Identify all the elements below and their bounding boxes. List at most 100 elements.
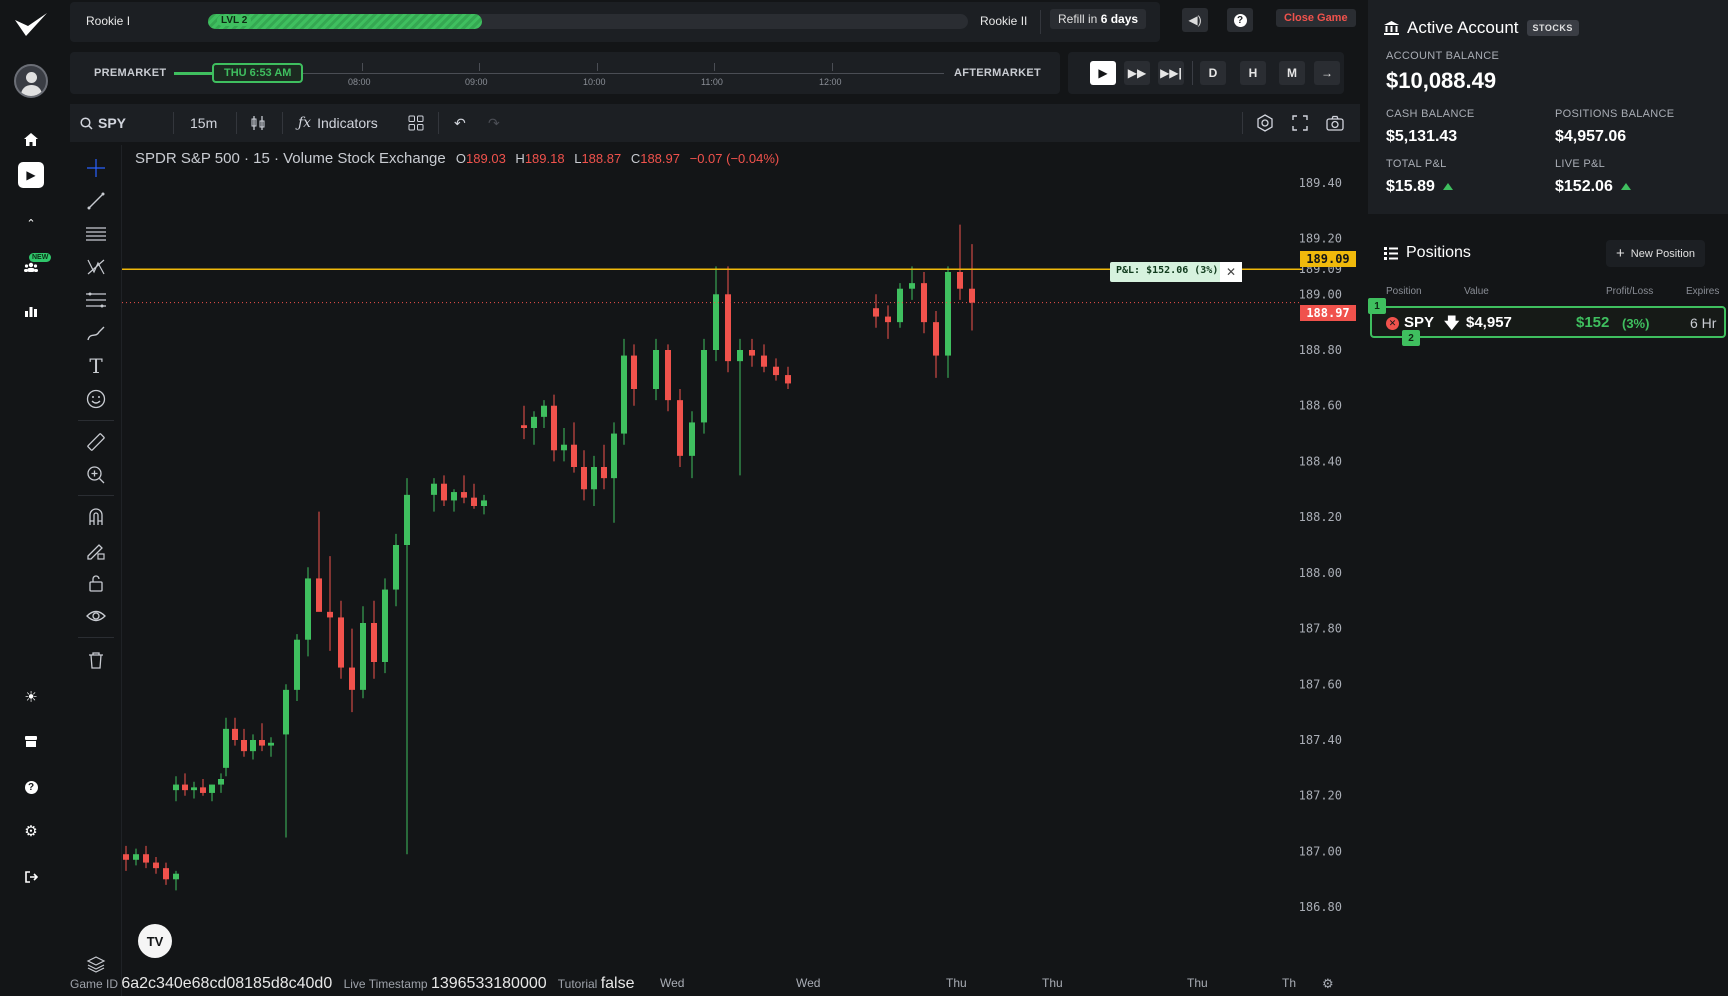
tradingview-logo[interactable]: TV	[138, 924, 172, 958]
next-arrow-button[interactable]: →	[1314, 61, 1340, 85]
symbol-label: SPY	[98, 115, 127, 131]
price-axis-tick: 189.00	[1299, 287, 1342, 301]
undo-icon[interactable]: ↶	[454, 112, 466, 134]
help-icon[interactable]: ?	[14, 770, 48, 804]
avatar[interactable]	[14, 64, 48, 98]
price-axis-tick: 187.20	[1299, 789, 1342, 803]
row-tag-1: 1	[1368, 298, 1386, 314]
redo-icon[interactable]: ↷	[488, 112, 500, 134]
pattern-icon[interactable]	[83, 254, 109, 280]
trend-line-icon[interactable]	[83, 188, 109, 214]
candle-body	[737, 350, 743, 362]
interval-select[interactable]: 15m	[190, 112, 217, 134]
time-axis-label: Thu	[1042, 976, 1063, 990]
function-icon: ƒx	[298, 115, 312, 131]
top-bar: Rookie I LVL 2 Rookie II 4 credits	[70, 2, 1160, 42]
symbol-search[interactable]: SPY	[80, 112, 126, 134]
candle-body	[957, 272, 963, 289]
layers-icon[interactable]	[83, 951, 109, 977]
candle-body	[581, 467, 587, 490]
magnet-icon[interactable]	[83, 504, 109, 530]
price-axis-tick: 188.60	[1299, 399, 1342, 413]
close-position-icon[interactable]: ✕	[1386, 317, 1399, 330]
rank-current: Rookie I	[86, 14, 131, 28]
price-axis-tick: 188.00	[1299, 566, 1342, 580]
cash-balance: $5,131.43	[1386, 128, 1458, 145]
help-button[interactable]: ?	[1227, 8, 1253, 32]
right-panel: Active Account STOCKS ACCOUNT BALANCE $1…	[1368, 0, 1728, 996]
candle-body	[232, 728, 238, 740]
chart-settings-icon[interactable]	[1256, 112, 1274, 134]
new-position-button[interactable]: + New Position	[1606, 240, 1705, 267]
sound-icon[interactable]: ◀)	[1182, 8, 1208, 32]
settings-gear-icon[interactable]: ⚙	[14, 814, 48, 848]
theme-sun-icon[interactable]: ☀	[14, 680, 48, 714]
lock-icon[interactable]	[83, 570, 109, 596]
tutorial-flag: false	[600, 975, 635, 992]
drawing-toolbar: T	[70, 145, 122, 996]
logout-icon[interactable]	[14, 860, 48, 894]
candle-body	[133, 854, 139, 860]
horizontal-lines-icon[interactable]	[83, 221, 109, 247]
footer-meta: Game ID 6a2c340e68cd08185d8c40d0 Live Ti…	[70, 975, 635, 992]
candle-body	[431, 483, 437, 495]
axis-settings-icon[interactable]: ⚙	[1322, 976, 1334, 992]
fullscreen-icon[interactable]	[1292, 112, 1308, 134]
brush-icon[interactable]	[83, 320, 109, 346]
home-icon[interactable]	[14, 122, 48, 156]
indicators-button[interactable]: ƒx Indicators	[298, 112, 378, 134]
left-nav: ▶ ⌃ NEW ☀ ? ⚙	[0, 0, 62, 996]
position-symbol: SPY	[1404, 314, 1435, 331]
interval-minute-button[interactable]: M	[1279, 61, 1305, 85]
play-button[interactable]: ▶	[1090, 61, 1116, 85]
legend-title: SPDR S&P 500 · 15 · Volume Stock Exchang…	[135, 150, 446, 167]
time-axis-label: Thu	[946, 976, 967, 990]
ruler-icon[interactable]	[83, 429, 109, 455]
price-axis-tick: 189.40	[1299, 176, 1342, 190]
candle-body	[933, 322, 939, 356]
divider	[1040, 10, 1041, 34]
fast-forward-button[interactable]: ▶▶	[1124, 61, 1150, 85]
community-icon[interactable]	[14, 250, 48, 284]
zoom-in-icon[interactable]	[83, 462, 109, 488]
refill-badge: Refill in 6 days	[1050, 9, 1147, 29]
close-position-x-icon[interactable]: ✕	[1220, 262, 1242, 282]
pencil-lock-icon[interactable]	[83, 537, 109, 563]
crosshair-icon[interactable]	[83, 155, 109, 181]
candle-body	[481, 500, 487, 506]
price-axis-tick: 187.40	[1299, 733, 1342, 747]
leaderboard-icon[interactable]	[14, 294, 48, 328]
col-value: Value	[1464, 286, 1489, 297]
store-icon[interactable]	[14, 724, 48, 758]
live-timestamp: 1396533180000	[430, 975, 547, 992]
signals-icon[interactable]: ⌃	[14, 206, 48, 240]
camera-icon[interactable]	[1326, 112, 1344, 134]
positions-title: Positions	[1384, 244, 1471, 262]
layout-grid-icon[interactable]	[408, 112, 424, 134]
total-pnl-label: TOTAL P&L	[1386, 158, 1447, 170]
game-id: 6a2c340e68cd08185d8c40d0	[121, 975, 333, 992]
interval-day-button[interactable]: D	[1200, 61, 1226, 85]
current-time-marker[interactable]: THU 6:53 AM	[212, 63, 304, 83]
fib-levels-icon[interactable]	[83, 287, 109, 313]
candle-body	[541, 405, 547, 417]
entry-price-marker: 189.09	[1300, 251, 1356, 268]
price-axis-tick: 188.40	[1299, 454, 1342, 468]
text-tool-icon[interactable]: T	[83, 353, 109, 379]
emoji-icon[interactable]	[83, 386, 109, 412]
stocks-badge: STOCKS	[1526, 20, 1579, 36]
candle-body	[653, 350, 659, 389]
position-row[interactable]: ✕ SPY 🡇 $4,957 $152 (3%) 6 Hr	[1370, 306, 1726, 338]
candle-body	[191, 787, 197, 791]
skip-forward-button[interactable]: ▶▶|	[1158, 61, 1184, 85]
play-game-icon[interactable]: ▶	[18, 162, 44, 188]
eye-icon[interactable]	[83, 603, 109, 629]
interval-hour-button[interactable]: H	[1240, 61, 1266, 85]
level-badge: LVL 2	[217, 15, 252, 26]
candle-style-icon[interactable]	[250, 112, 266, 134]
close-game-button[interactable]: Close Game	[1276, 9, 1356, 27]
trash-icon[interactable]	[83, 647, 109, 673]
app-logo[interactable]	[12, 10, 50, 40]
candle-body	[441, 483, 447, 501]
candle-body	[404, 494, 410, 545]
